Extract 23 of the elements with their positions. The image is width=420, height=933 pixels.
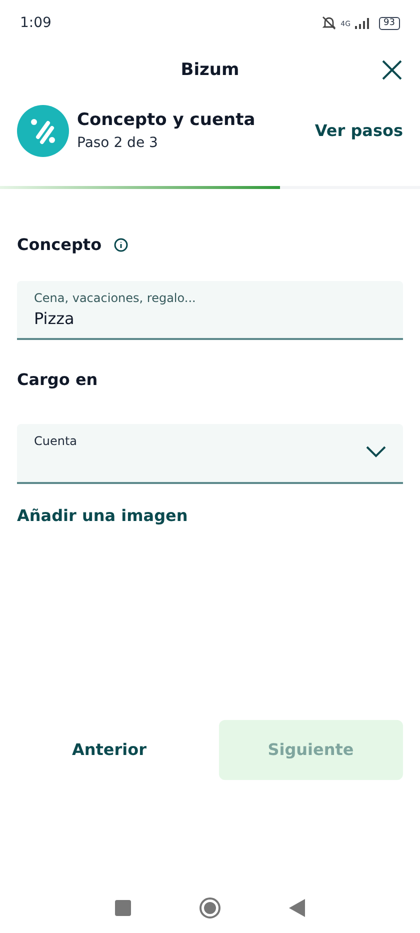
step-subtitle: Paso 2 de 3 (77, 134, 159, 154)
back-icon[interactable] (289, 899, 305, 917)
status-time: 1:09 (20, 14, 52, 32)
view-steps-link[interactable]: Ver pasos (314, 119, 403, 143)
battery-level: 93 (378, 16, 400, 30)
bizum-logo-icon (17, 105, 69, 157)
bell-off-icon (320, 15, 337, 31)
account-dropdown[interactable]: Cuenta (17, 424, 403, 484)
add-image-link[interactable]: Añadir una imagen (17, 504, 188, 528)
close-icon (380, 58, 404, 82)
signal-icon (354, 17, 371, 29)
charge-account-label: Cargo en (17, 369, 99, 391)
step-button[interactable]: Anterior (17, 720, 202, 780)
chevron-down-icon (366, 446, 386, 458)
input-field[interactable]: Pizza (34, 306, 386, 330)
screen-title: Bizum (180, 59, 240, 82)
step-title: Concepto y cuenta (77, 108, 256, 132)
field-hint: Cena, vacaciones, regalo... (34, 290, 197, 306)
info-icon[interactable] (114, 238, 128, 252)
home-icon[interactable] (199, 897, 221, 919)
concept-field[interactable]: Cena, vacaciones, regalo... Pizza (17, 281, 403, 340)
concept-label: Concepto (17, 234, 102, 256)
close-button[interactable] (380, 58, 404, 82)
